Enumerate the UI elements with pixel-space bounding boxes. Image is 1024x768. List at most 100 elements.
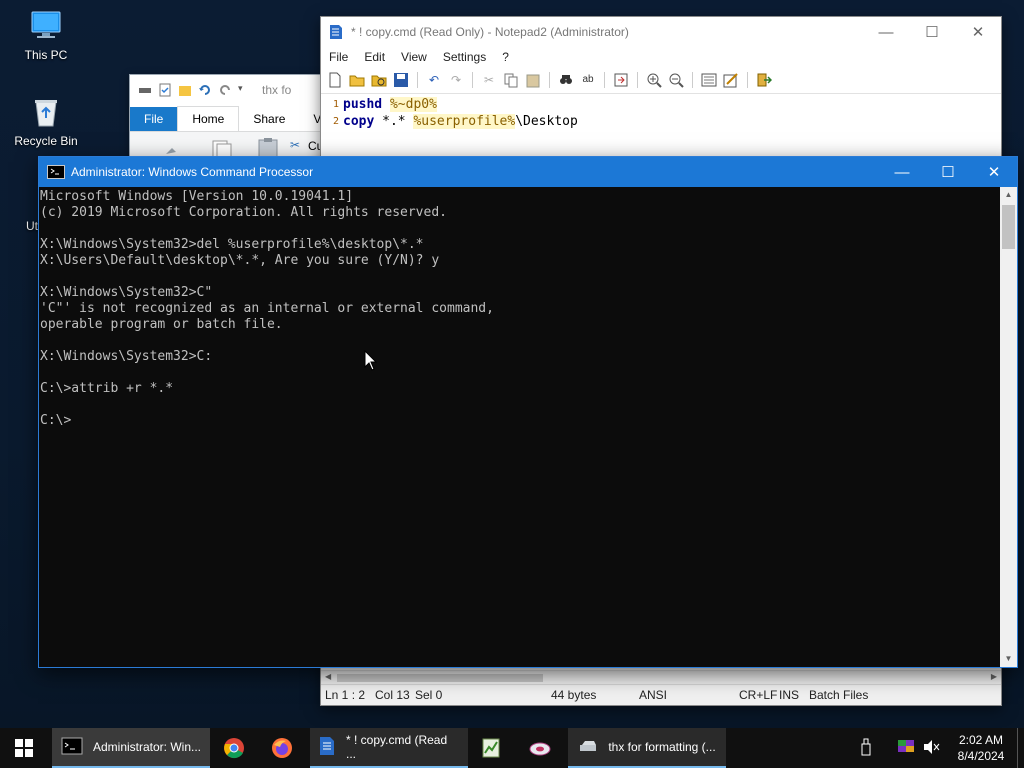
code-line: 1 pushd %~dp0% (321, 96, 1001, 113)
notepad2-icon (329, 24, 343, 40)
minimize-button[interactable]: — (879, 157, 925, 187)
keyword: copy (343, 114, 375, 129)
close-button[interactable]: ✕ (971, 157, 1017, 187)
scrollbar-thumb[interactable] (1002, 205, 1015, 249)
close-button[interactable]: ✕ (955, 17, 1001, 47)
toolbar: ↶ ↷ ✂ ab (321, 67, 1001, 94)
clock-time: 2:02 AM (958, 733, 1004, 747)
code-text: *.* (374, 114, 414, 129)
usb-drive-icon[interactable] (853, 738, 879, 759)
taskbar: Administrator: Win... * ! copy.cmd (Read… (0, 728, 1024, 768)
cut-icon[interactable]: ✂ (481, 72, 497, 88)
menu-bar: File Edit View Settings ? (321, 47, 1001, 67)
notepad2-titlebar[interactable]: * ! copy.cmd (Read Only) - Notepad2 (Adm… (321, 17, 1001, 47)
find-icon[interactable] (558, 72, 574, 88)
status-mode: INS (779, 688, 800, 702)
tab-share[interactable]: Share (239, 107, 299, 131)
menu-help[interactable]: ? (502, 50, 509, 64)
maximize-button[interactable]: ☐ (925, 157, 971, 187)
computer-icon (28, 8, 64, 44)
minimize-button[interactable]: — (863, 17, 909, 47)
browse-icon[interactable] (371, 72, 387, 88)
line-number: 1 (332, 99, 339, 110)
menu-file[interactable]: File (329, 50, 348, 64)
copy-icon[interactable] (503, 72, 519, 88)
menu-edit[interactable]: Edit (364, 50, 385, 64)
display-icon[interactable] (893, 739, 919, 758)
recycle-bin-icon (28, 94, 64, 130)
windows-logo-icon (15, 739, 33, 757)
start-button[interactable] (0, 728, 48, 768)
quick-access-toolbar: ▾ thx fo (130, 75, 345, 105)
editor[interactable]: 1 pushd %~dp0% 2 copy *.* %userprofile% … (321, 94, 1001, 130)
status-eol: CR+LF (739, 688, 778, 702)
zoom-out-icon[interactable] (668, 72, 684, 88)
file-explorer-window[interactable]: ▾ thx fo File Home Share V ✂ Cu (129, 74, 346, 168)
clock-date: 8/4/2024 (957, 749, 1005, 763)
taskbar-item-cmd[interactable]: Administrator: Win... (52, 728, 210, 768)
properties-icon[interactable] (158, 83, 172, 97)
desktop-icon-partial-label: Ut (26, 219, 38, 233)
taskbar-item-disk-tool[interactable] (516, 728, 564, 768)
vertical-scrollbar[interactable]: ▲ ▼ (1000, 187, 1017, 667)
goto-icon[interactable] (613, 72, 629, 88)
cmd-titlebar[interactable]: Administrator: Windows Command Processor… (39, 157, 1017, 187)
taskbar-item-explorer[interactable]: thx for formatting (... (568, 728, 726, 768)
clock[interactable]: 2:02 AM 8/4/2024 (945, 732, 1017, 764)
scroll-up-arrow[interactable]: ▲ (1000, 187, 1017, 203)
status-bar: Ln 1 : 2 Col 13 Sel 0 44 bytes ANSI CR+L… (321, 684, 1001, 705)
explorer-title: thx fo (262, 83, 292, 97)
scheme-icon[interactable] (701, 72, 717, 88)
tab-file[interactable]: File (130, 107, 178, 131)
taskbar-item-label: * ! copy.cmd (Read ... (346, 733, 448, 761)
status-encoding: ANSI (639, 688, 668, 702)
taskbar-item-firefox[interactable] (258, 728, 306, 768)
taskbar-item-notepad2[interactable]: * ! copy.cmd (Read ... (310, 728, 468, 768)
maximize-button[interactable]: ☐ (909, 17, 955, 47)
redo-icon[interactable]: ↷ (448, 72, 464, 88)
taskbar-item-label: Administrator: Win... (92, 740, 202, 754)
chart-app-icon (482, 738, 500, 758)
replace-icon[interactable]: ab (580, 72, 596, 88)
show-desktop-button[interactable] (1017, 728, 1024, 768)
volume-muted-icon[interactable] (919, 739, 945, 758)
new-file-icon[interactable] (327, 72, 343, 88)
scrollbar-thumb[interactable] (337, 674, 543, 682)
drive-icon[interactable] (138, 83, 152, 97)
undo-icon[interactable] (198, 83, 212, 97)
chrome-icon (224, 738, 244, 759)
taskbar-item-chrome[interactable] (210, 728, 258, 768)
cut-icon[interactable]: ✂ (290, 138, 300, 152)
ribbon-tabs: File Home Share V (130, 105, 345, 132)
scroll-down-arrow[interactable]: ▼ (1000, 651, 1017, 667)
zoom-in-icon[interactable] (646, 72, 662, 88)
console-output[interactable]: Microsoft Windows [Version 10.0.19041.1]… (39, 187, 1000, 669)
status-line: Ln 1 : 2 (325, 688, 366, 702)
menu-view[interactable]: View (401, 50, 427, 64)
menu-settings[interactable]: Settings (443, 50, 486, 64)
redo-icon[interactable] (218, 83, 232, 97)
code-line: 2 copy *.* %userprofile% \Desktop (321, 113, 1001, 130)
paste-icon[interactable] (525, 72, 541, 88)
customize-icon[interactable] (723, 72, 739, 88)
open-folder-icon[interactable] (349, 72, 365, 88)
command-prompt-window[interactable]: Administrator: Windows Command Processor… (38, 156, 1018, 668)
save-icon[interactable] (393, 72, 409, 88)
status-scheme: Batch Files (809, 688, 869, 702)
desktop-icon-recycle-bin[interactable]: Recycle Bin (6, 94, 86, 148)
taskbar-item-notepad-plus[interactable] (468, 728, 516, 768)
variable: %~dp0% (389, 97, 437, 112)
taskbar-item-label: thx for formatting (... (608, 740, 716, 754)
code-text: \Desktop (515, 114, 578, 129)
tab-home[interactable]: Home (177, 106, 240, 131)
exit-icon[interactable] (756, 72, 773, 88)
chevron-down-icon[interactable]: ▾ (238, 83, 252, 97)
new-folder-icon[interactable] (178, 83, 192, 97)
status-sel: Sel 0 (415, 688, 443, 702)
keyword: pushd (343, 97, 383, 112)
horizontal-scrollbar[interactable]: ◀ ▶ (321, 670, 1001, 685)
undo-icon[interactable]: ↶ (426, 72, 442, 88)
disk-tool-icon (529, 742, 551, 756)
line-number: 2 (332, 116, 339, 127)
desktop-icon-this-pc[interactable]: This PC (6, 8, 86, 62)
